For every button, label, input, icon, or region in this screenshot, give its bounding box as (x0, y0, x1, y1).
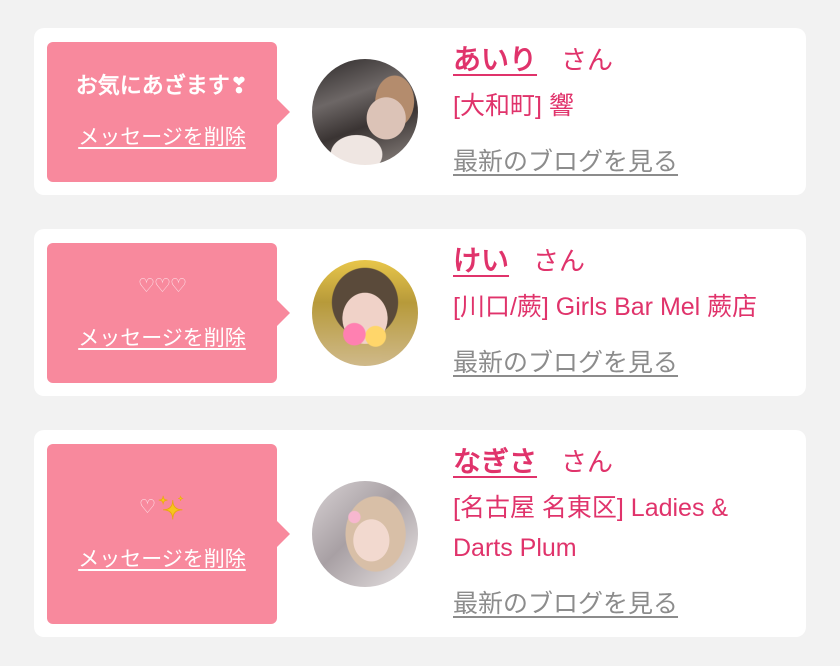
shop-info: [名古屋 名東区] Ladies & Darts Plum (453, 494, 729, 562)
shop-info: [川口/蕨] Girls Bar Mel 蕨店 (453, 293, 758, 321)
avatar[interactable] (312, 259, 418, 366)
girl-name-link[interactable]: なぎさ (453, 446, 537, 477)
latest-blog-link[interactable]: 最新のブログを見る (453, 584, 678, 624)
sparkle-tiny (178, 495, 184, 502)
message-text: ♡ (138, 497, 156, 518)
message-bubble: ♡♡♡ メッセージを削除 (47, 243, 290, 383)
name-row: なぎさ さん (453, 445, 778, 479)
girl-name-link[interactable]: あいり (453, 44, 537, 75)
avatar[interactable] (312, 480, 418, 587)
delete-message-link[interactable]: メッセージを削除 (78, 123, 246, 153)
latest-blog-link[interactable]: 最新のブログを見る (453, 142, 678, 182)
favorite-card: ♡ メッセージを削除 なぎさ さん [名古屋 名東区] Ladies & Dart… (34, 430, 806, 637)
honorific: さん (561, 45, 614, 75)
message-bubble: ♡ メッセージを削除 (47, 444, 290, 624)
sparkle-large (163, 500, 183, 520)
honorific: さん (533, 246, 586, 276)
message-text: ♡♡♡ (137, 276, 187, 297)
sparkle-small (158, 495, 168, 505)
sparkles-icon (158, 495, 184, 520)
girl-name-link[interactable]: けい (453, 245, 509, 276)
favorite-card: お気にあざます❣ メッセージを削除 あいり さん [大和町] 響 最新のブログを見… (34, 28, 806, 195)
delete-message-link[interactable]: メッセージを削除 (78, 545, 246, 575)
latest-blog-link[interactable]: 最新のブログを見る (453, 343, 678, 383)
profile-info: あいり さん [大和町] 響 最新のブログを見る (453, 43, 778, 182)
favorite-card: ♡♡♡ メッセージを削除 けい さん [川口/蕨] Girls Bar Mel 蕨… (34, 229, 806, 396)
honorific: さん (561, 447, 614, 477)
message-bubble: お気にあざます❣ メッセージを削除 (47, 42, 290, 182)
message-content: ♡ (139, 493, 185, 523)
message-text: お気にあざます❣ (75, 73, 249, 98)
name-row: けい さん (453, 244, 778, 278)
avatar[interactable] (312, 58, 418, 165)
shop-info: [大和町] 響 (453, 92, 574, 120)
delete-message-link[interactable]: メッセージを削除 (78, 324, 246, 354)
profile-info: なぎさ さん [名古屋 名東区] Ladies & Darts Plum 最新のブ… (453, 445, 778, 624)
profile-info: けい さん [川口/蕨] Girls Bar Mel 蕨店 最新のブログを見る (453, 244, 778, 383)
name-row: あいり さん (453, 43, 778, 77)
